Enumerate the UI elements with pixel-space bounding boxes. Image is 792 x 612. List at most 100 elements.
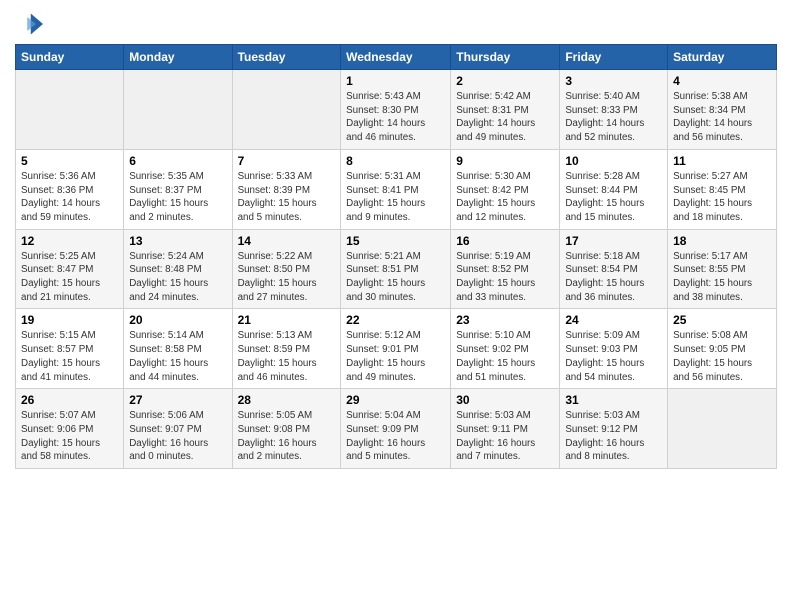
day-info: Sunrise: 5:30 AM Sunset: 8:42 PM Dayligh… — [456, 171, 535, 223]
day-info: Sunrise: 5:04 AM Sunset: 9:09 PM Dayligh… — [346, 410, 425, 462]
day-info: Sunrise: 5:15 AM Sunset: 8:57 PM Dayligh… — [21, 330, 100, 382]
day-info: Sunrise: 5:09 AM Sunset: 9:03 PM Dayligh… — [565, 330, 644, 382]
weekday-header: Tuesday — [232, 45, 341, 70]
weekday-header: Friday — [560, 45, 668, 70]
day-number: 11 — [673, 154, 771, 168]
day-number: 10 — [565, 154, 662, 168]
calendar-cell: 30 Sunrise: 5:03 AM Sunset: 9:11 PM Dayli… — [451, 389, 560, 469]
calendar-cell — [16, 70, 124, 150]
calendar-week-row: 26Sunrise: 5:07 AM Sunset: 9:06 PM Dayli… — [16, 389, 777, 469]
calendar-cell: 23Sunrise: 5:10 AM Sunset: 9:02 PM Dayli… — [451, 309, 560, 389]
day-number: 8 — [346, 154, 445, 168]
day-number: 19 — [21, 313, 118, 327]
logo-icon — [15, 10, 43, 38]
day-number: 16 — [456, 234, 554, 248]
day-number: 25 — [673, 313, 771, 327]
day-info: Sunrise: 5:06 AM Sunset: 9:07 PM Dayligh… — [129, 410, 208, 462]
day-info: Sunrise: 5:03 AM Sunset: 9:11 PM Dayligh… — [456, 410, 535, 462]
calendar-cell: 7Sunrise: 5:33 AM Sunset: 8:39 PM Daylig… — [232, 149, 341, 229]
day-info: Sunrise: 5:42 AM Sunset: 8:31 PM Dayligh… — [456, 91, 535, 143]
calendar-cell: 24 Sunrise: 5:09 AM Sunset: 9:03 PM Dayli… — [560, 309, 668, 389]
day-info: Sunrise: 5:35 AM Sunset: 8:37 PM Dayligh… — [129, 171, 208, 223]
calendar-cell: 25 Sunrise: 5:08 AM Sunset: 9:05 PM Dayli… — [668, 309, 777, 389]
calendar-cell — [232, 70, 341, 150]
calendar-cell: 26Sunrise: 5:07 AM Sunset: 9:06 PM Dayli… — [16, 389, 124, 469]
day-info: Sunrise: 5:19 AM Sunset: 8:52 PM Dayligh… — [456, 251, 535, 303]
day-number: 6 — [129, 154, 226, 168]
calendar-cell: 28Sunrise: 5:05 AM Sunset: 9:08 PM Dayli… — [232, 389, 341, 469]
day-number: 24 — [565, 313, 662, 327]
weekday-header: Saturday — [668, 45, 777, 70]
day-number: 2 — [456, 74, 554, 88]
day-number: 20 — [129, 313, 226, 327]
day-info: Sunrise: 5:40 AM Sunset: 8:33 PM Dayligh… — [565, 91, 644, 143]
day-number: 13 — [129, 234, 226, 248]
calendar-cell: 22 Sunrise: 5:12 AM Sunset: 9:01 PM Dayli… — [341, 309, 451, 389]
weekday-header: Thursday — [451, 45, 560, 70]
calendar-cell: 8 Sunrise: 5:31 AM Sunset: 8:41 PM Daylig… — [341, 149, 451, 229]
calendar-week-row: 19 Sunrise: 5:15 AM Sunset: 8:57 PM Dayli… — [16, 309, 777, 389]
calendar-cell: 11 Sunrise: 5:27 AM Sunset: 8:45 PM Dayli… — [668, 149, 777, 229]
weekday-row: SundayMondayTuesdayWednesdayThursdayFrid… — [16, 45, 777, 70]
day-info: Sunrise: 5:18 AM Sunset: 8:54 PM Dayligh… — [565, 251, 644, 303]
day-number: 26 — [21, 393, 118, 407]
day-number: 4 — [673, 74, 771, 88]
day-number: 22 — [346, 313, 445, 327]
calendar-body: 1Sunrise: 5:43 AM Sunset: 8:30 PM Daylig… — [16, 70, 777, 469]
day-info: Sunrise: 5:22 AM Sunset: 8:50 PM Dayligh… — [238, 251, 317, 303]
weekday-header: Wednesday — [341, 45, 451, 70]
calendar-container: SundayMondayTuesdayWednesdayThursdayFrid… — [0, 0, 792, 479]
day-info: Sunrise: 5:21 AM Sunset: 8:51 PM Dayligh… — [346, 251, 425, 303]
calendar-cell: 9 Sunrise: 5:30 AM Sunset: 8:42 PM Daylig… — [451, 149, 560, 229]
day-info: Sunrise: 5:10 AM Sunset: 9:02 PM Dayligh… — [456, 330, 535, 382]
calendar-table: SundayMondayTuesdayWednesdayThursdayFrid… — [15, 44, 777, 469]
day-info: Sunrise: 5:27 AM Sunset: 8:45 PM Dayligh… — [673, 171, 752, 223]
calendar-week-row: 1Sunrise: 5:43 AM Sunset: 8:30 PM Daylig… — [16, 70, 777, 150]
day-number: 12 — [21, 234, 118, 248]
day-info: Sunrise: 5:31 AM Sunset: 8:41 PM Dayligh… — [346, 171, 425, 223]
calendar-cell: 29 Sunrise: 5:04 AM Sunset: 9:09 PM Dayli… — [341, 389, 451, 469]
logo — [15, 10, 47, 38]
calendar-cell: 15 Sunrise: 5:21 AM Sunset: 8:51 PM Dayli… — [341, 229, 451, 309]
day-number: 27 — [129, 393, 226, 407]
day-number: 31 — [565, 393, 662, 407]
calendar-cell: 1Sunrise: 5:43 AM Sunset: 8:30 PM Daylig… — [341, 70, 451, 150]
day-number: 9 — [456, 154, 554, 168]
calendar-cell: 13Sunrise: 5:24 AM Sunset: 8:48 PM Dayli… — [124, 229, 232, 309]
day-number: 30 — [456, 393, 554, 407]
day-number: 15 — [346, 234, 445, 248]
calendar-cell: 21Sunrise: 5:13 AM Sunset: 8:59 PM Dayli… — [232, 309, 341, 389]
day-info: Sunrise: 5:08 AM Sunset: 9:05 PM Dayligh… — [673, 330, 752, 382]
calendar-cell: 14Sunrise: 5:22 AM Sunset: 8:50 PM Dayli… — [232, 229, 341, 309]
day-info: Sunrise: 5:28 AM Sunset: 8:44 PM Dayligh… — [565, 171, 644, 223]
calendar-cell: 27 Sunrise: 5:06 AM Sunset: 9:07 PM Dayli… — [124, 389, 232, 469]
day-info: Sunrise: 5:33 AM Sunset: 8:39 PM Dayligh… — [238, 171, 317, 223]
calendar-week-row: 12 Sunrise: 5:25 AM Sunset: 8:47 PM Dayli… — [16, 229, 777, 309]
calendar-cell: 17 Sunrise: 5:18 AM Sunset: 8:54 PM Dayli… — [560, 229, 668, 309]
weekday-header: Sunday — [16, 45, 124, 70]
calendar-cell: 20 Sunrise: 5:14 AM Sunset: 8:58 PM Dayli… — [124, 309, 232, 389]
calendar-cell: 5 Sunrise: 5:36 AM Sunset: 8:36 PM Daylig… — [16, 149, 124, 229]
day-number: 18 — [673, 234, 771, 248]
calendar-cell: 16 Sunrise: 5:19 AM Sunset: 8:52 PM Dayli… — [451, 229, 560, 309]
calendar-cell: 2 Sunrise: 5:42 AM Sunset: 8:31 PM Daylig… — [451, 70, 560, 150]
calendar-cell: 6 Sunrise: 5:35 AM Sunset: 8:37 PM Daylig… — [124, 149, 232, 229]
day-info: Sunrise: 5:38 AM Sunset: 8:34 PM Dayligh… — [673, 91, 752, 143]
day-number: 5 — [21, 154, 118, 168]
day-number: 17 — [565, 234, 662, 248]
day-info: Sunrise: 5:17 AM Sunset: 8:55 PM Dayligh… — [673, 251, 752, 303]
day-info: Sunrise: 5:25 AM Sunset: 8:47 PM Dayligh… — [21, 251, 100, 303]
calendar-cell — [668, 389, 777, 469]
day-info: Sunrise: 5:36 AM Sunset: 8:36 PM Dayligh… — [21, 171, 100, 223]
calendar-cell: 12 Sunrise: 5:25 AM Sunset: 8:47 PM Dayli… — [16, 229, 124, 309]
day-info: Sunrise: 5:14 AM Sunset: 8:58 PM Dayligh… — [129, 330, 208, 382]
day-info: Sunrise: 5:12 AM Sunset: 9:01 PM Dayligh… — [346, 330, 425, 382]
calendar-cell: 3 Sunrise: 5:40 AM Sunset: 8:33 PM Daylig… — [560, 70, 668, 150]
calendar-cell: 19 Sunrise: 5:15 AM Sunset: 8:57 PM Dayli… — [16, 309, 124, 389]
calendar-cell — [124, 70, 232, 150]
calendar-week-row: 5 Sunrise: 5:36 AM Sunset: 8:36 PM Daylig… — [16, 149, 777, 229]
header — [15, 10, 777, 38]
day-number: 3 — [565, 74, 662, 88]
day-number: 28 — [238, 393, 336, 407]
day-number: 29 — [346, 393, 445, 407]
